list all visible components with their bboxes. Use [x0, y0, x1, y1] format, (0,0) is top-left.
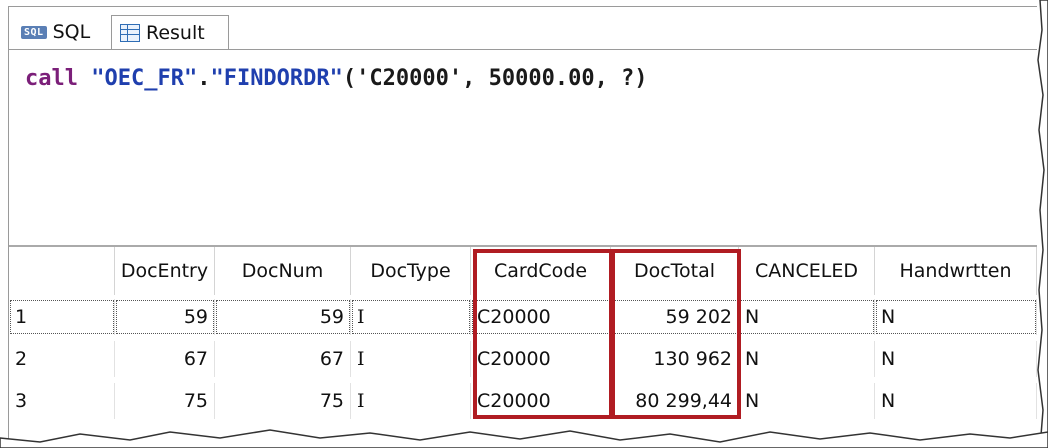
query-window: SQL SQL Result call "OEC_FR"."FINDORDR"(…	[8, 6, 1037, 443]
row-number: 2	[9, 341, 115, 377]
cell-doctotal: 130 962	[611, 341, 739, 377]
tab-result[interactable]: Result	[111, 15, 229, 49]
torn-edge-right	[1037, 0, 1048, 448]
cell-docentry: 59	[115, 299, 215, 335]
cell-docentry: 67	[115, 341, 215, 377]
cell-handwritten: N	[875, 341, 1037, 377]
cell-docnum: 67	[215, 341, 351, 377]
cell-doctype: I	[351, 383, 471, 419]
cell-canceled: N	[739, 341, 875, 377]
sql-args: ('C20000', 50000.00, ?)	[342, 66, 648, 91]
sql-procedure: "FINDORDR"	[210, 66, 343, 91]
sql-editor[interactable]: call "OEC_FR"."FINDORDR"('C20000', 50000…	[9, 49, 1037, 246]
result-grid: DocEntry DocNum DocType CardCode DocTota…	[9, 245, 1037, 445]
cell-docnum: 59	[215, 299, 351, 335]
sql-schema: "OEC_FR"	[91, 66, 198, 91]
column-header-docnum[interactable]: DocNum	[215, 247, 351, 295]
column-header-doctype[interactable]: DocType	[351, 247, 471, 295]
column-header-rownum[interactable]	[9, 247, 115, 295]
sql-keyword: call	[25, 66, 78, 91]
result-grid-icon	[120, 23, 140, 42]
column-header-canceled[interactable]: CANCELED	[739, 247, 875, 295]
sql-statement: call "OEC_FR"."FINDORDR"('C20000', 50000…	[25, 66, 648, 91]
column-header-handwritten[interactable]: Handwrtten	[875, 247, 1037, 295]
column-header-cardcode[interactable]: CardCode	[471, 247, 611, 295]
cell-handwritten: N	[875, 383, 1037, 419]
cell-canceled: N	[739, 383, 875, 419]
cell-handwritten: N	[875, 299, 1037, 335]
table-row[interactable]: 1 59 59 I C20000 59 202 N N	[9, 299, 1037, 335]
column-header-doctotal[interactable]: DocTotal	[611, 247, 739, 295]
torn-edge-bottom	[0, 429, 1048, 448]
cell-docnum: 75	[215, 383, 351, 419]
cell-doctotal: 80 299,44	[611, 383, 739, 419]
tab-result-label: Result	[146, 21, 205, 44]
cell-canceled: N	[739, 299, 875, 335]
row-number: 1	[9, 299, 115, 335]
cell-cardcode: C20000	[471, 341, 611, 377]
sql-icon: SQL	[21, 25, 47, 39]
cell-cardcode: C20000	[471, 383, 611, 419]
column-header-docentry[interactable]: DocEntry	[115, 247, 215, 295]
cell-doctype: I	[351, 299, 471, 335]
cell-cardcode: C20000	[471, 299, 611, 335]
table-row[interactable]: 3 75 75 I C20000 80 299,44 N N	[9, 383, 1037, 419]
table-row[interactable]: 2 67 67 I C20000 130 962 N N	[9, 341, 1037, 377]
tab-sql-label: SQL	[52, 21, 91, 43]
sql-dot: .	[197, 66, 211, 91]
tab-sql[interactable]: SQL SQL	[13, 15, 109, 49]
cell-doctype: I	[351, 341, 471, 377]
cell-docentry: 75	[115, 383, 215, 419]
cell-doctotal: 59 202	[611, 299, 739, 335]
row-number: 3	[9, 383, 115, 419]
tab-bar: SQL SQL Result	[9, 7, 1037, 49]
